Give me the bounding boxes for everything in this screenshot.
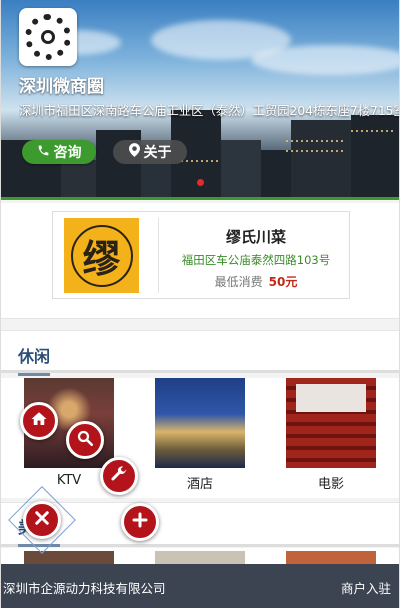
divider xyxy=(158,218,159,293)
location-pin-icon xyxy=(128,143,140,161)
featured-merchant-section: 缪 缪氏川菜 福田区车公庙泰然四路103号 最低消费 50元 xyxy=(1,203,399,319)
tools-fab[interactable] xyxy=(100,457,138,495)
min-spend-label: 最低消费 xyxy=(214,275,263,289)
phone-icon xyxy=(37,144,50,161)
page: 深圳微商圈 深圳市福田区深南路车公庙工业区（泰然）工贸园204栋东座7楼715室… xyxy=(0,0,400,608)
home-icon xyxy=(30,410,48,432)
merchant-join-link[interactable]: 商户入驻 xyxy=(341,578,391,597)
hero-banner[interactable]: 深圳微商圈 深圳市福田区深南路车公庙工业区（泰然）工贸园204栋东座7楼715室… xyxy=(1,0,399,200)
search-fab[interactable] xyxy=(66,421,104,459)
site-address: 深圳市福田区深南路车公庙工业区（泰然）工贸园204栋东座7楼715室 xyxy=(19,104,399,118)
add-fab[interactable] xyxy=(121,503,159,541)
about-button[interactable]: 关于 xyxy=(113,140,187,164)
brand-logo xyxy=(19,8,77,66)
merchant-logo: 缪 xyxy=(64,218,139,293)
merchant-address: 福田区车公庙泰然四路103号 xyxy=(181,253,331,267)
consult-label: 咨询 xyxy=(53,145,82,161)
section-title: 休闲 xyxy=(18,343,51,376)
section-header: 休闲 xyxy=(1,331,399,376)
home-fab[interactable] xyxy=(20,402,58,440)
about-label: 关于 xyxy=(143,145,172,161)
merchant-card[interactable]: 缪 缪氏川菜 福田区车公庙泰然四路103号 最低消费 50元 xyxy=(52,211,350,299)
leisure-section: 休闲 xyxy=(1,330,399,376)
movie-image xyxy=(286,378,376,468)
merchant-min-spend: 最低消费 50元 xyxy=(161,273,351,290)
carousel-indicator[interactable] xyxy=(197,179,204,186)
footer-bar: 深圳市企源动力科技有限公司 商户入驻 xyxy=(1,564,399,608)
search-icon xyxy=(76,429,94,451)
carousel-dot[interactable] xyxy=(197,179,204,186)
category-movie[interactable]: 电影 xyxy=(286,378,376,492)
category-label: 电影 xyxy=(317,477,344,492)
site-title: 深圳微商圈 xyxy=(19,77,104,97)
close-menu-fab[interactable] xyxy=(23,501,61,539)
merchant-name: 缪氏川菜 xyxy=(225,228,286,246)
category-grid: KTV 酒店 电影 xyxy=(1,378,399,498)
wrench-icon xyxy=(110,465,128,487)
close-icon xyxy=(33,509,51,531)
plus-icon xyxy=(131,511,149,533)
min-spend-value: 50元 xyxy=(268,275,298,289)
category-hotel[interactable]: 酒店 xyxy=(155,378,245,492)
footer-company: 深圳市企源动力科技有限公司 xyxy=(3,581,166,596)
consult-button[interactable]: 咨询 xyxy=(22,140,96,164)
hotel-image xyxy=(155,378,245,468)
category-label: 酒店 xyxy=(186,477,213,492)
